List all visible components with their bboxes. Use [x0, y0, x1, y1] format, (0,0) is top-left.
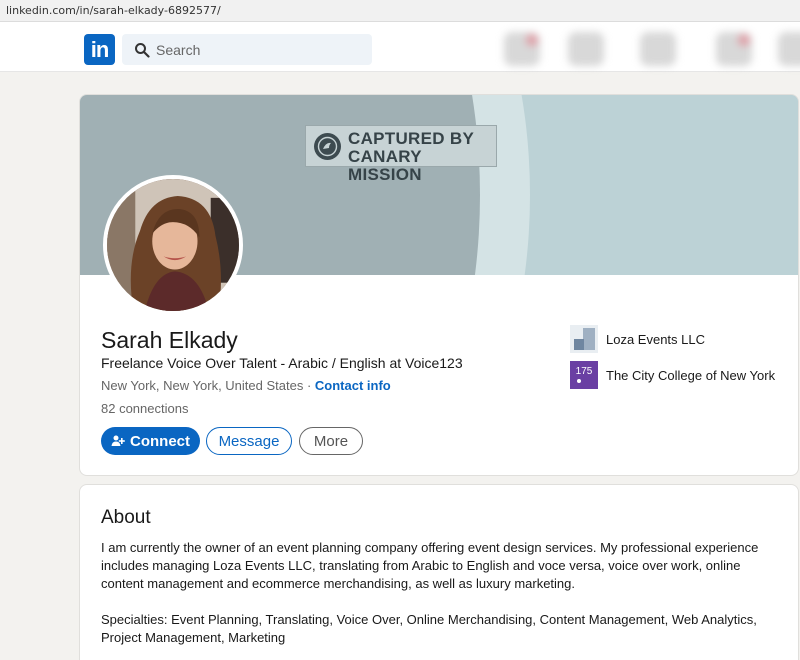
search-input[interactable] [156, 34, 366, 65]
profile-headline: Freelance Voice Over Talent - Arabic / E… [101, 355, 463, 371]
about-card: About I am currently the owner of an eve… [79, 484, 799, 660]
connections-count[interactable]: 82 connections [101, 401, 188, 416]
watermark: CAPTURED BY CANARY MISSION [305, 125, 497, 184]
profile-location-line: New York, New York, United States · Cont… [101, 378, 391, 393]
linkedin-logo-icon[interactable]: in [84, 34, 115, 65]
url-text: linkedin.com/in/sarah-elkady-6892577/ [6, 4, 221, 17]
profile-location: New York, New York, United States [101, 378, 304, 393]
contact-info-link[interactable]: Contact info [315, 378, 391, 393]
more-button[interactable]: More [299, 427, 363, 455]
connect-button[interactable]: Connect [101, 427, 200, 455]
notifications-nav-icon[interactable] [778, 32, 800, 66]
experience-item-loza[interactable]: Loza Events LLC [570, 325, 705, 353]
college-logo-icon: 175 [570, 361, 598, 389]
experience-label: The City College of New York [606, 367, 776, 383]
about-title: About [101, 507, 151, 528]
about-paragraph: Specialties: Event Planning, Translating… [101, 612, 757, 645]
messaging-nav-icon[interactable] [716, 32, 752, 66]
browser-address-bar[interactable]: linkedin.com/in/sarah-elkady-6892577/ [0, 0, 800, 22]
add-person-icon [111, 435, 125, 446]
message-button[interactable]: Message [206, 427, 292, 455]
about-text: I am currently the owner of an event pla… [101, 539, 781, 660]
seal-icon [314, 133, 341, 160]
company-logo-icon [570, 325, 598, 353]
about-paragraph: I am currently the owner of an event pla… [101, 540, 759, 591]
jobs-nav-icon[interactable] [640, 32, 676, 66]
experience-item-ccny[interactable]: 175 The City College of New York [570, 361, 775, 389]
search-icon [135, 43, 150, 58]
top-navbar: in [0, 22, 800, 72]
home-nav-icon[interactable] [504, 32, 540, 66]
search-box[interactable] [122, 34, 372, 65]
svg-text:175: 175 [576, 366, 593, 377]
profile-name: Sarah Elkady [101, 327, 238, 353]
experience-label: Loza Events LLC [606, 331, 706, 347]
avatar[interactable] [103, 175, 243, 315]
watermark-text: CAPTURED BY CANARY MISSION [348, 129, 475, 184]
separator: · [303, 378, 315, 393]
profile-card: CAPTURED BY CANARY MISSION Sarah Elkady … [79, 94, 799, 476]
network-nav-icon[interactable] [568, 32, 604, 66]
